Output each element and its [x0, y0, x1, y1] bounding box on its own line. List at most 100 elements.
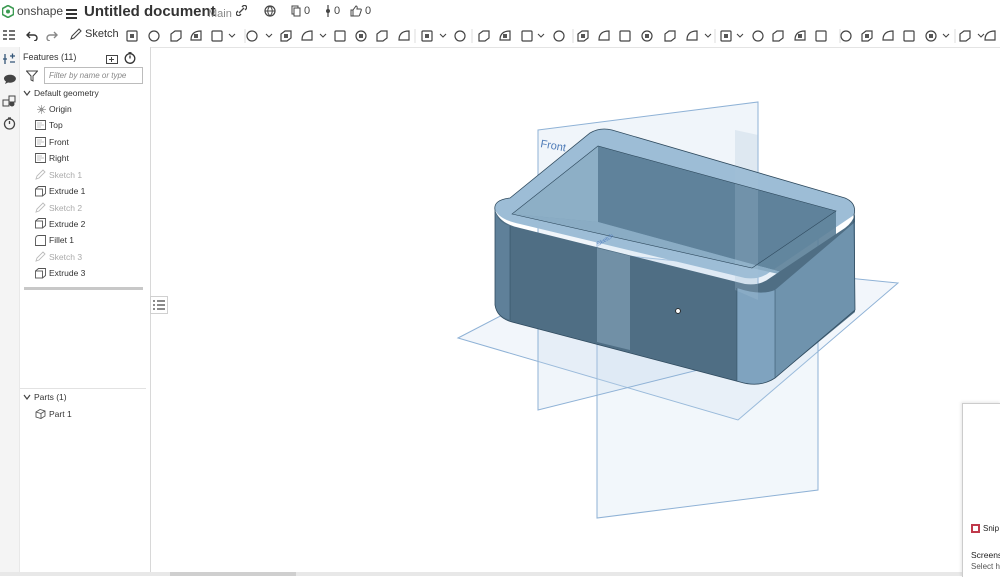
- toolbar-tool-icon[interactable]: [355, 30, 367, 42]
- feature-item-sketch-3[interactable]: Sketch 3: [35, 251, 82, 262]
- chevron-down-icon[interactable]: [942, 33, 950, 38]
- chevron-down-icon[interactable]: [439, 33, 447, 38]
- chevron-down-icon[interactable]: [228, 33, 236, 38]
- toolbar-tool-icon[interactable]: [984, 30, 996, 41]
- toolbar-tool-icon[interactable]: [521, 30, 533, 42]
- toolbar-tool-icon[interactable]: [211, 30, 223, 42]
- chevron-down-icon[interactable]: [704, 33, 712, 38]
- toolbar-tool-icon[interactable]: [190, 30, 202, 41]
- feature-item-label: Extrude 1: [49, 186, 86, 197]
- feature-item-fillet-1[interactable]: Fillet 1: [35, 234, 74, 246]
- toolbar-tool-icon[interactable]: [752, 30, 764, 42]
- chevron-down-icon: [23, 90, 31, 96]
- chevron-down-icon[interactable]: [736, 33, 744, 38]
- feature-item-label: Sketch 2: [49, 202, 83, 213]
- origin-icon: [37, 104, 46, 114]
- timer-icon[interactable]: [1, 115, 17, 131]
- toolbar-tool-icon[interactable]: [641, 30, 653, 42]
- document-title[interactable]: Untitled document: [84, 3, 216, 20]
- toolbar-tool-icon[interactable]: [772, 30, 784, 42]
- toolbar-tool-icon[interactable]: [686, 30, 698, 41]
- toolbar-tool-icon[interactable]: [794, 30, 806, 41]
- feature-item-extrude-3[interactable]: Extrude 3: [35, 267, 86, 279]
- toolbar-tool-icon[interactable]: [421, 30, 433, 42]
- toolbar-tool-icon[interactable]: [720, 30, 732, 42]
- comments-icon[interactable]: [1, 71, 17, 87]
- toolbar-tool-icon[interactable]: [280, 30, 292, 42]
- branch-label[interactable]: Main: [208, 8, 232, 20]
- feature-item-extrude-1[interactable]: Extrude 1: [35, 185, 86, 197]
- bottom-tab[interactable]: [170, 572, 296, 576]
- toolbar-tool-icon[interactable]: [334, 30, 346, 42]
- top-bar: onshape Untitled document Main 0 0 0: [0, 0, 1000, 24]
- plane-icon: [35, 120, 46, 131]
- toolbar-tool-icon[interactable]: [882, 30, 894, 41]
- toolbar-tool-icon[interactable]: [664, 30, 676, 42]
- branches-button[interactable]: 0: [325, 5, 340, 17]
- toolbar-tool-icon[interactable]: [376, 30, 388, 42]
- part-item[interactable]: Part 1: [35, 408, 72, 419]
- toolbar-tool-icon[interactable]: [861, 30, 873, 42]
- toolbar-tool-icon[interactable]: [577, 30, 589, 42]
- feature-item-extrude-2[interactable]: Extrude 2: [35, 218, 85, 229]
- feature-item-sketch-2[interactable]: Sketch 2: [35, 202, 82, 213]
- toolbar-tool-icon[interactable]: [246, 30, 258, 42]
- feature-item-label: Right: [49, 153, 69, 164]
- feature-item-sketch-1[interactable]: Sketch 1: [35, 169, 82, 181]
- toolbar-tool-icon[interactable]: [148, 30, 160, 42]
- toolbar-tool-icon[interactable]: [478, 30, 490, 42]
- feature-item-label: Front: [49, 136, 69, 147]
- chevron-down-icon[interactable]: [265, 33, 273, 38]
- link-icon[interactable]: [236, 5, 247, 16]
- toolbar-tool-icon[interactable]: [126, 30, 138, 42]
- toolbar-tool-icon[interactable]: [553, 30, 565, 42]
- toolbar-tool-icon[interactable]: [598, 30, 610, 41]
- like-button[interactable]: 0: [350, 5, 371, 17]
- feature-item-label: Sketch 3: [49, 251, 83, 262]
- toolbar-tool-icon[interactable]: [925, 30, 937, 42]
- snip-notification[interactable]: Snip Screens Select h: [962, 403, 1000, 577]
- hamburger-menu-icon[interactable]: [66, 6, 77, 24]
- filter-icon[interactable]: [25, 69, 39, 87]
- features-title: Features (11): [23, 52, 77, 62]
- feature-item-origin[interactable]: Origin: [37, 104, 72, 114]
- filter-input[interactable]: Filter by name or type: [44, 67, 143, 84]
- cursor-point: [675, 308, 681, 314]
- feature-item-top[interactable]: Top: [35, 120, 63, 130]
- onshape-logo[interactable]: onshape: [2, 4, 63, 18]
- branch-icon: [326, 5, 330, 17]
- toolbar-tool-icon[interactable]: [959, 30, 971, 42]
- rollback-bar[interactable]: [24, 287, 143, 290]
- brand-name: onshape: [17, 4, 64, 18]
- feature-item-label: Extrude 3: [49, 268, 86, 278]
- toolbar-tool-icon[interactable]: [301, 30, 313, 41]
- chevron-down-icon[interactable]: [537, 33, 545, 38]
- configurations-icon[interactable]: [1, 93, 17, 109]
- toolbar-tool-icon[interactable]: [840, 30, 852, 42]
- default-geometry-group[interactable]: Default geometry: [23, 88, 99, 98]
- branches-count: 0: [334, 5, 341, 17]
- toolbar-tool-icon[interactable]: [499, 30, 511, 41]
- add-custom-feature-icon[interactable]: [1, 51, 17, 67]
- sketch-icon: [35, 169, 46, 181]
- feature-item-label: Top: [49, 120, 63, 131]
- chevron-down-icon[interactable]: [319, 33, 327, 38]
- parts-group[interactable]: Parts (1): [23, 392, 67, 402]
- toolbar-tool-icon[interactable]: [815, 30, 827, 42]
- feature-item-right[interactable]: Right: [35, 153, 69, 163]
- default-geometry-label: Default geometry: [34, 88, 99, 98]
- toolbar-tool-icon[interactable]: [454, 30, 466, 42]
- feature-item-front[interactable]: Front: [35, 137, 69, 147]
- versions-count: 0: [304, 5, 311, 17]
- feature-toolbar: Sketch: [0, 25, 1000, 48]
- toolbar-tool-icon[interactable]: [903, 30, 915, 42]
- toolbar-tool-icon[interactable]: [170, 30, 182, 42]
- toolbar-tool-icon[interactable]: [398, 30, 410, 41]
- toolbar-tool-icon[interactable]: [619, 30, 631, 42]
- versions-button[interactable]: 0: [291, 5, 310, 17]
- snip-title: Screens: [971, 550, 1000, 560]
- globe-icon[interactable]: [264, 5, 276, 17]
- graphics-viewport[interactable]: Front Sketch: [150, 47, 1000, 572]
- chevron-down-icon[interactable]: [977, 33, 985, 38]
- thumbs-up-icon: [350, 5, 362, 17]
